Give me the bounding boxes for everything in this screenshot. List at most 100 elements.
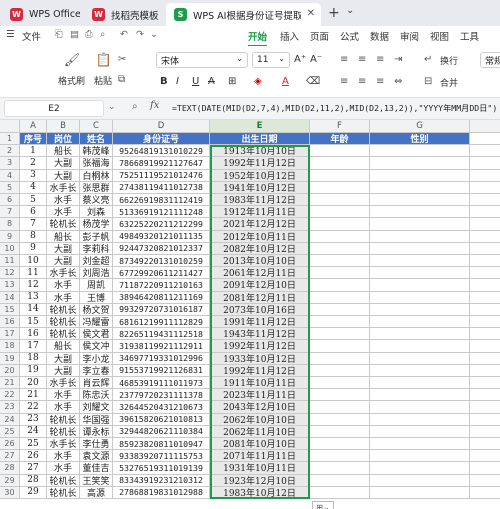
table-cell[interactable] [310,157,370,170]
bold-button[interactable]: B [160,76,168,87]
table-cell[interactable]: 66226919831112419 [113,194,210,207]
table-cell[interactable] [310,438,370,451]
table-cell[interactable]: 6 [20,206,47,219]
row-header[interactable]: 14 [0,291,20,304]
col-header-a[interactable]: A [20,120,47,133]
hamburger-icon[interactable]: ☰ [6,29,15,40]
table-cell[interactable]: 肖云辉 [80,377,113,390]
table-cell[interactable] [370,157,470,170]
wrap-icon[interactable]: ↵ [424,54,432,65]
table-cell[interactable] [310,194,370,207]
table-cell[interactable]: 2061年12月11日 [210,267,310,280]
strikethrough-button[interactable]: A [208,76,215,87]
align-left-icon[interactable]: ≡ [340,76,348,87]
table-cell[interactable] [370,413,470,426]
spreadsheet-grid[interactable]: A B C D E F G 1 序号 岗位 姓名 身份证号 出生日期 年龄 性别 2 1 船长 韩茂峰 9526481… [0,120,500,509]
table-cell[interactable] [370,377,470,390]
table-cell[interactable]: 华国强 [80,413,113,426]
table-cell[interactable]: 24 [20,425,47,438]
row-header[interactable]: 29 [0,474,20,487]
row-header[interactable]: 18 [0,340,20,353]
table-cell[interactable]: 1941年10月12日 [210,181,310,194]
empty-cell[interactable] [470,133,500,146]
empty-cell[interactable] [470,279,500,292]
table-cell[interactable]: 5 [20,194,47,207]
table-cell[interactable]: 韩茂峰 [80,145,113,158]
cut-icon[interactable]: ✂ [118,54,126,65]
col-header-c[interactable]: C [80,120,113,133]
col-header-d[interactable]: D [113,120,210,133]
table-cell[interactable]: 大副 [47,364,80,377]
table-cell[interactable] [370,425,470,438]
row-header[interactable]: 19 [0,352,20,365]
tab-spreadsheet[interactable]: S WPS AI根据身份证号提取出生日期 ✕ [166,3,321,26]
table-cell[interactable]: 轮机长 [47,486,80,499]
table-cell[interactable]: 大副 [47,157,80,170]
table-cell[interactable] [370,389,470,402]
zoom-icon[interactable]: ⌕ [132,101,138,112]
distributed-icon[interactable]: ⇔ [394,76,402,87]
preview-icon[interactable]: ⌕ [100,29,105,40]
table-cell[interactable]: 8 [20,230,47,243]
row-header[interactable]: 26 [0,438,20,451]
table-cell[interactable]: 蔡义亮 [80,194,113,207]
row-header[interactable]: 13 [0,279,20,292]
empty-cell[interactable] [470,462,500,475]
table-cell[interactable] [370,364,470,377]
table-cell[interactable]: 15 [20,316,47,329]
table-cell[interactable] [370,303,470,316]
row-header[interactable]: 17 [0,328,20,341]
table-cell[interactable] [310,181,370,194]
empty-cell[interactable] [470,157,500,170]
table-cell[interactable]: 1983年10月12日 [210,486,310,499]
table-cell[interactable]: 34697719331012996 [113,352,210,365]
table-cell[interactable] [370,194,470,207]
table-cell[interactable]: 刘森 [80,206,113,219]
table-cell[interactable]: 3 [20,169,47,182]
wrap-button[interactable]: 换行 [440,54,458,67]
menu-item-view[interactable]: 视图 [430,29,449,43]
table-cell[interactable]: 周凯 [80,279,113,292]
empty-cell[interactable] [470,353,500,365]
underline-button[interactable]: U [192,76,199,87]
dropdown-icon[interactable]: ⌄ [150,29,158,40]
table-cell[interactable] [370,169,470,182]
table-cell[interactable]: 水手 [47,401,80,414]
empty-cell[interactable] [470,218,500,231]
empty-cell[interactable] [470,475,500,487]
table-cell[interactable]: 32944820621110384 [113,425,210,438]
table-cell[interactable]: 32644520431210673 [113,401,210,414]
table-cell[interactable]: 38946420811211169 [113,291,210,304]
table-cell[interactable]: 23779720231111378 [113,389,210,402]
empty-cell[interactable] [470,414,500,426]
chevron-down-icon[interactable]: ⌄ [346,5,354,16]
row-header[interactable]: 4 [0,169,20,182]
row-header[interactable]: 5 [0,181,20,194]
menu-item-data[interactable]: 数据 [370,29,389,43]
table-cell[interactable] [310,255,370,268]
formula-input[interactable]: =TEXT(DATE(MID(D2,7,4),MID(D2,11,2),MID(… [172,102,497,114]
table-cell[interactable]: 刘耀文 [80,401,113,414]
menu-item-page[interactable]: 页面 [310,29,329,43]
table-cell[interactable] [310,352,370,365]
col-header-h[interactable] [470,120,500,133]
table-cell[interactable]: 水手 [47,291,80,304]
table-cell[interactable]: 董佳吉 [80,462,113,475]
paste-button[interactable]: 粘贴 [94,74,112,87]
header-cell[interactable]: 年龄 [310,133,370,146]
table-cell[interactable] [310,279,370,292]
empty-cell[interactable] [470,255,500,268]
empty-cell[interactable] [470,182,500,194]
header-cell[interactable]: 身份证号 [113,133,210,146]
empty-cell[interactable] [470,438,500,451]
row-header[interactable]: 21 [0,377,20,390]
table-cell[interactable]: 水手 [47,194,80,207]
fx-icon[interactable]: fx [150,100,159,111]
table-cell[interactable]: 2091年12月10日 [210,279,310,292]
table-cell[interactable] [370,352,470,365]
empty-cell[interactable] [470,365,500,377]
table-cell[interactable]: 2081年10月10日 [210,438,310,451]
table-cell[interactable]: 船长 [47,230,80,243]
table-cell[interactable]: 水手长 [47,267,80,280]
table-cell[interactable]: 68161219911112829 [113,316,210,329]
